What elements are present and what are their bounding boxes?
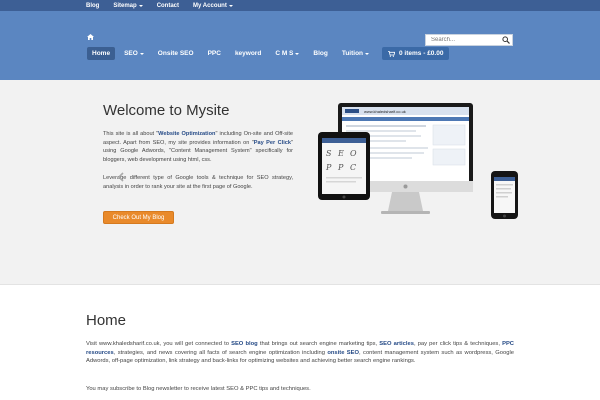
- search-input[interactable]: [426, 37, 500, 43]
- nav-ppc[interactable]: PPC: [203, 47, 226, 60]
- nav-onsite-seo[interactable]: Onsite SEO: [153, 47, 199, 60]
- caret-down-icon: [228, 4, 233, 7]
- topnav-blog[interactable]: Blog: [86, 3, 99, 9]
- hero-paragraph-2: Leverage different type of Google tools …: [103, 175, 293, 190]
- nav-cms[interactable]: C M S: [270, 47, 304, 60]
- cart-icon: [388, 50, 396, 57]
- nav-blog[interactable]: Blog: [308, 47, 332, 60]
- svg-text:P: P: [325, 163, 332, 172]
- nav-tuition[interactable]: Tuition: [337, 47, 374, 60]
- hero-slider: Welcome to Mysite This site is all about…: [0, 80, 600, 285]
- page-title: Home: [86, 312, 127, 329]
- caret-down-icon: [365, 52, 370, 55]
- content-paragraph-2: You may subscribe to Blog newsletter to …: [86, 386, 311, 392]
- chevron-left-icon[interactable]: [117, 172, 125, 182]
- nav-seo[interactable]: SEO: [119, 47, 149, 60]
- screen-url: www.khaledsharif.co.uk: [364, 109, 406, 114]
- nav-home[interactable]: Home: [87, 47, 116, 60]
- top-nav: Blog Sitemap Contact My Account: [86, 0, 247, 11]
- nav-keyword[interactable]: keyword: [230, 47, 266, 60]
- caret-down-icon: [139, 52, 144, 55]
- topnav-sitemap[interactable]: Sitemap: [113, 3, 143, 9]
- home-icon[interactable]: [87, 34, 94, 40]
- svg-text:P: P: [337, 163, 344, 172]
- svg-text:O: O: [350, 149, 357, 158]
- cart-button[interactable]: 0 items - £0.00: [382, 47, 450, 60]
- svg-text:E: E: [337, 149, 344, 158]
- caret-down-icon: [295, 52, 300, 55]
- svg-text:C: C: [350, 163, 356, 172]
- content-paragraph-1: Visit www.khaledsharif.co.uk, you will g…: [86, 341, 514, 365]
- hero-paragraph-1: This site is all about "Website Optimiza…: [103, 131, 293, 163]
- main-nav: Home SEO Onsite SEO PPC keyword C M S Bl…: [87, 47, 450, 60]
- link-onsite-seo[interactable]: onsite SEO: [327, 350, 359, 356]
- check-out-blog-button[interactable]: Check Out My Blog: [103, 211, 174, 224]
- link-seo-articles[interactable]: SEO articles: [379, 341, 414, 347]
- phone-screen: [494, 177, 515, 213]
- search-button[interactable]: [500, 35, 512, 45]
- topnav-my-account[interactable]: My Account: [193, 3, 233, 9]
- search-box: [425, 34, 513, 46]
- svg-text:S: S: [326, 149, 332, 158]
- search-icon: [502, 36, 510, 44]
- hero-link-pay-per-click[interactable]: Pay Per Click: [254, 140, 291, 146]
- hero-link-website-optimization[interactable]: Website Optimization: [158, 131, 215, 137]
- topnav-contact[interactable]: Contact: [157, 3, 179, 9]
- link-seo-blog[interactable]: SEO blog: [231, 341, 258, 347]
- devices-illustration: www.khaledsharif.co.uk S E O P P C: [318, 103, 518, 219]
- hero-title: Welcome to Mysite: [103, 102, 230, 119]
- caret-down-icon: [138, 4, 143, 7]
